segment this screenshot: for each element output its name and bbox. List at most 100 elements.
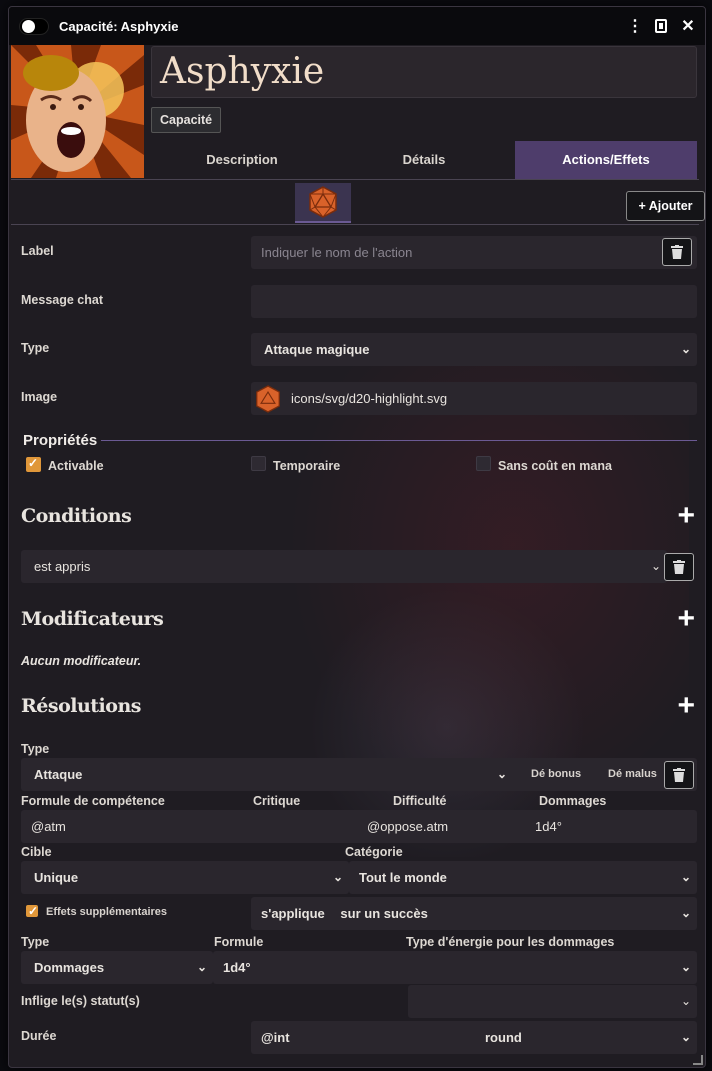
action-tab-d20[interactable] <box>295 183 351 223</box>
image-path-value: icons/svg/d20-highlight.svg <box>291 391 448 406</box>
delete-action-button[interactable] <box>662 238 692 266</box>
condition-select[interactable]: est appris ⌄ <box>21 550 667 583</box>
tab-actions-effets[interactable]: Actions/Effets <box>515 141 697 179</box>
cible-select[interactable]: Unique ⌄ <box>21 861 349 894</box>
duree-input[interactable]: @int <box>261 1030 290 1045</box>
chevron-down-icon: ⌄ <box>196 960 207 974</box>
temporaire-checkbox[interactable] <box>251 456 266 471</box>
sans-cout-checkbox[interactable] <box>476 456 491 471</box>
categorie-select[interactable]: Tout le monde ⌄ <box>349 861 697 894</box>
condition-value: est appris <box>34 559 91 574</box>
temporaire-label: Temporaire <box>273 459 341 473</box>
sheet-tabs: Description Détails Actions/Effets <box>151 141 697 179</box>
applique-value: sur un succès <box>340 906 428 921</box>
chevron-down-icon: ⌄ <box>680 994 691 1008</box>
tab-description[interactable]: Description <box>151 141 333 179</box>
action-label-input[interactable]: Indiquer le nom de l'action <box>251 236 697 269</box>
window-title: Capacité: Asphyxie <box>59 18 179 34</box>
applique-select[interactable]: s'applique sur un succès ⌄ <box>251 897 697 930</box>
divider <box>11 224 699 225</box>
statut-label: Inflige le(s) statut(s) <box>21 994 140 1008</box>
delete-resolution-button[interactable] <box>664 761 694 789</box>
action-type-value: Attaque magique <box>264 342 370 357</box>
chevron-down-icon: ⌄ <box>680 1030 691 1044</box>
image-path-input[interactable]: icons/svg/d20-highlight.svg <box>251 382 697 415</box>
de-malus-toggle[interactable]: Dé malus <box>608 758 657 791</box>
sans-cout-label: Sans coût en mana <box>498 459 612 473</box>
effet-formule-input[interactable]: 1d4° <box>223 960 251 975</box>
resize-handle[interactable] <box>693 1055 703 1065</box>
de-bonus-toggle[interactable]: Dé bonus <box>531 758 581 791</box>
conditions-title: Conditions <box>21 505 132 527</box>
trash-icon <box>671 245 683 259</box>
tab-details[interactable]: Détails <box>333 141 515 179</box>
chevron-down-icon: ⌄ <box>650 559 661 573</box>
add-condition-icon[interactable]: + <box>677 501 695 531</box>
chevron-down-icon: ⌄ <box>680 960 691 974</box>
resolution-formula-row: @atm @oppose.atm 1d4° <box>21 810 697 843</box>
formule-label: Formule de compétence <box>21 794 165 808</box>
chevron-down-icon: ⌄ <box>680 870 691 884</box>
dommages-label: Dommages <box>539 794 607 808</box>
divider <box>11 179 699 180</box>
properties-title: Propriétés <box>23 432 98 449</box>
item-name-input[interactable]: Asphyxie <box>151 46 697 98</box>
item-type-badge: Capacité <box>151 107 222 133</box>
effets-supplementaires-checkbox[interactable] <box>26 904 38 918</box>
applique-label: s'applique <box>261 906 325 921</box>
label-field-label: Label <box>21 244 54 258</box>
difficulte-input[interactable]: @oppose.atm <box>367 810 448 843</box>
duree-row: @int round ⌄ <box>251 1021 697 1054</box>
action-type-select[interactable]: Attaque magique ⌄ <box>251 333 697 366</box>
chat-message-input[interactable] <box>251 285 697 318</box>
critique-label: Critique <box>253 794 301 808</box>
categorie-label: Catégorie <box>345 845 403 859</box>
chevron-down-icon: ⌄ <box>680 342 691 356</box>
chevron-down-icon: ⌄ <box>680 906 691 920</box>
chevron-down-icon: ⌄ <box>497 767 508 781</box>
statut-select[interactable]: ⌄ <box>408 985 697 1018</box>
toggle-switch[interactable] <box>19 17 49 35</box>
effets-supplementaires-label: Effets supplémentaires <box>46 906 168 918</box>
cible-value: Unique <box>34 870 79 885</box>
trash-icon <box>673 768 685 782</box>
duree-unit-select[interactable]: round <box>485 1021 522 1054</box>
cible-label: Cible <box>21 845 52 859</box>
d20-icon <box>256 385 280 413</box>
trash-icon <box>673 560 685 574</box>
dommages-input[interactable]: 1d4° <box>535 810 562 843</box>
add-resolution-icon[interactable]: + <box>677 691 695 721</box>
d20-icon <box>309 186 337 218</box>
more-options-icon[interactable]: ⋮ <box>627 16 643 36</box>
activable-label: Activable <box>48 459 104 473</box>
resolution-type-select[interactable]: Attaque ⌄ Dé bonus Dé malus <box>21 758 697 791</box>
window-titlebar[interactable]: Capacité: Asphyxie ⋮ ✕ <box>9 7 705 45</box>
add-modificateur-icon[interactable]: + <box>677 604 695 634</box>
effet-formule-energie-row[interactable]: 1d4° ⌄ <box>213 951 697 984</box>
close-icon[interactable]: ✕ <box>681 16 695 36</box>
divider <box>101 440 697 441</box>
critique-input[interactable] <box>261 810 361 843</box>
energie-label: Type d'énergie pour les dommages <box>406 935 615 949</box>
chevron-down-icon: ⌄ <box>332 870 343 884</box>
activable-checkbox[interactable] <box>26 456 41 472</box>
add-action-button[interactable]: + Ajouter <box>626 191 705 221</box>
sheet-config-icon[interactable] <box>655 19 667 33</box>
difficulte-label: Difficulté <box>393 794 447 808</box>
resolution-type-value: Attaque <box>34 767 83 782</box>
formule-input[interactable]: @atm <box>31 810 66 843</box>
effet-type-select[interactable]: Dommages ⌄ <box>21 951 213 984</box>
delete-condition-button[interactable] <box>664 553 694 581</box>
resolution-type-label: Type <box>21 742 50 756</box>
resolutions-title: Résolutions <box>21 695 141 717</box>
modificateurs-title: Modificateurs <box>21 608 164 630</box>
item-portrait[interactable] <box>11 45 144 178</box>
chat-message-label: Message chat <box>21 293 103 307</box>
categorie-value: Tout le monde <box>359 870 447 885</box>
duree-label: Durée <box>21 1029 57 1043</box>
type-label: Type <box>21 341 50 355</box>
image-label: Image <box>21 390 58 404</box>
effet-type-label: Type <box>21 935 50 949</box>
effet-type-value: Dommages <box>34 960 105 975</box>
effet-formule-label: Formule <box>214 935 264 949</box>
